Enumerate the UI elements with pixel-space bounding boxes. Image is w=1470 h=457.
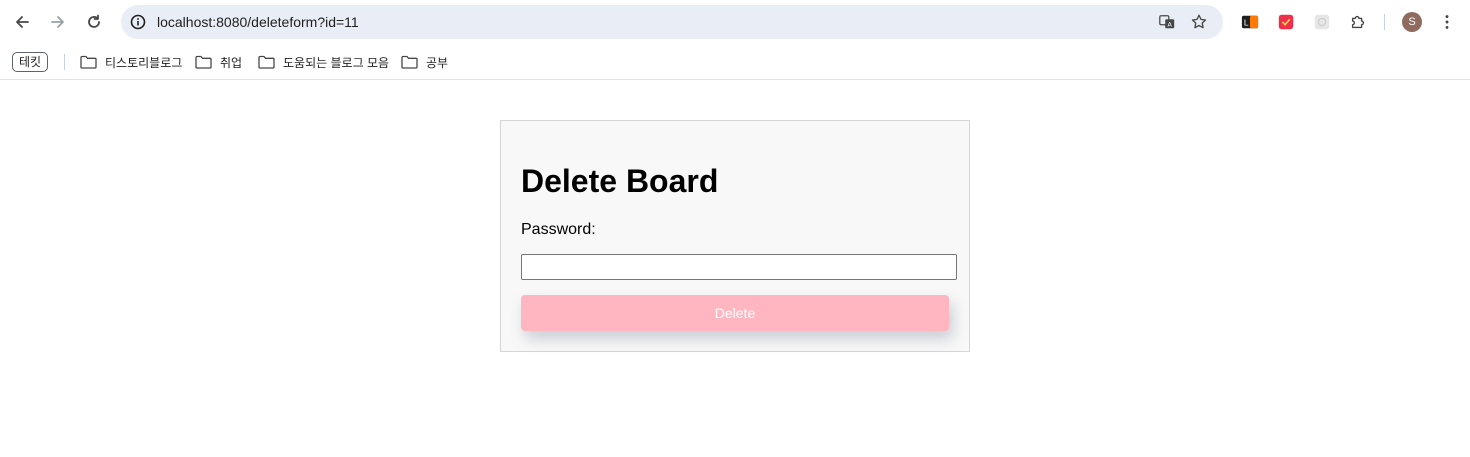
password-label: Password: [521, 221, 596, 238]
bookmark-folder-label: 공부 [426, 55, 449, 70]
folder-icon [401, 55, 418, 69]
bookmark-chip[interactable]: 테킷 [12, 52, 49, 72]
arrow-right-icon [51, 16, 64, 28]
kebab-menu-icon[interactable] [1437, 12, 1457, 32]
bookmark-folder-label: 도움되는 블로그 모음 [283, 55, 390, 70]
toolbar-divider [1384, 14, 1385, 30]
folder-icon [195, 55, 212, 69]
svg-text:L: L [1244, 18, 1249, 28]
delete-button[interactable]: Delete [521, 295, 949, 331]
address-bar[interactable]: localhost:8080/deleteform?id=11 A [121, 5, 1223, 39]
folder-icon [258, 55, 275, 69]
info-icon[interactable] [129, 13, 147, 31]
page-title: Delete Board [521, 163, 719, 199]
star-icon[interactable] [1189, 12, 1209, 32]
browser-toolbar: localhost:8080/deleteform?id=11 A L S [0, 0, 1470, 44]
reload-button[interactable] [80, 8, 108, 36]
bookmark-folder[interactable]: 도움되는 블로그 모음 [258, 52, 389, 72]
lh-extension-icon[interactable]: L [1240, 12, 1260, 32]
arrow-left-icon [16, 16, 29, 28]
profile-avatar[interactable]: S [1402, 12, 1422, 32]
puzzle-icon[interactable] [1348, 12, 1368, 32]
bookmark-folder[interactable]: 티스토리블로그 [80, 52, 182, 72]
translate-icon[interactable]: A [1157, 12, 1177, 32]
red-extension-icon[interactable] [1276, 12, 1296, 32]
url-text[interactable]: localhost:8080/deleteform?id=11 [157, 14, 359, 30]
bookmark-folder[interactable]: 취업 [195, 52, 242, 72]
forward-button[interactable] [44, 8, 72, 36]
bookmark-separator [64, 54, 65, 70]
bookmark-folder[interactable]: 공부 [401, 52, 448, 72]
grey-extension-icon[interactable] [1312, 12, 1332, 32]
bookmark-folder-label: 티스토리블로그 [105, 55, 183, 70]
delete-form-card: Delete Board Password: Delete [500, 120, 970, 352]
reload-icon [88, 14, 100, 28]
folder-icon [80, 55, 97, 69]
bookmark-folder-label: 취업 [220, 55, 243, 70]
svg-text:A: A [1168, 22, 1173, 29]
bookmarks-bar: 테킷 티스토리블로그 취업 도움되는 블로그 모음 공부 [0, 44, 1470, 80]
back-button[interactable] [8, 8, 36, 36]
password-input[interactable] [521, 254, 957, 280]
